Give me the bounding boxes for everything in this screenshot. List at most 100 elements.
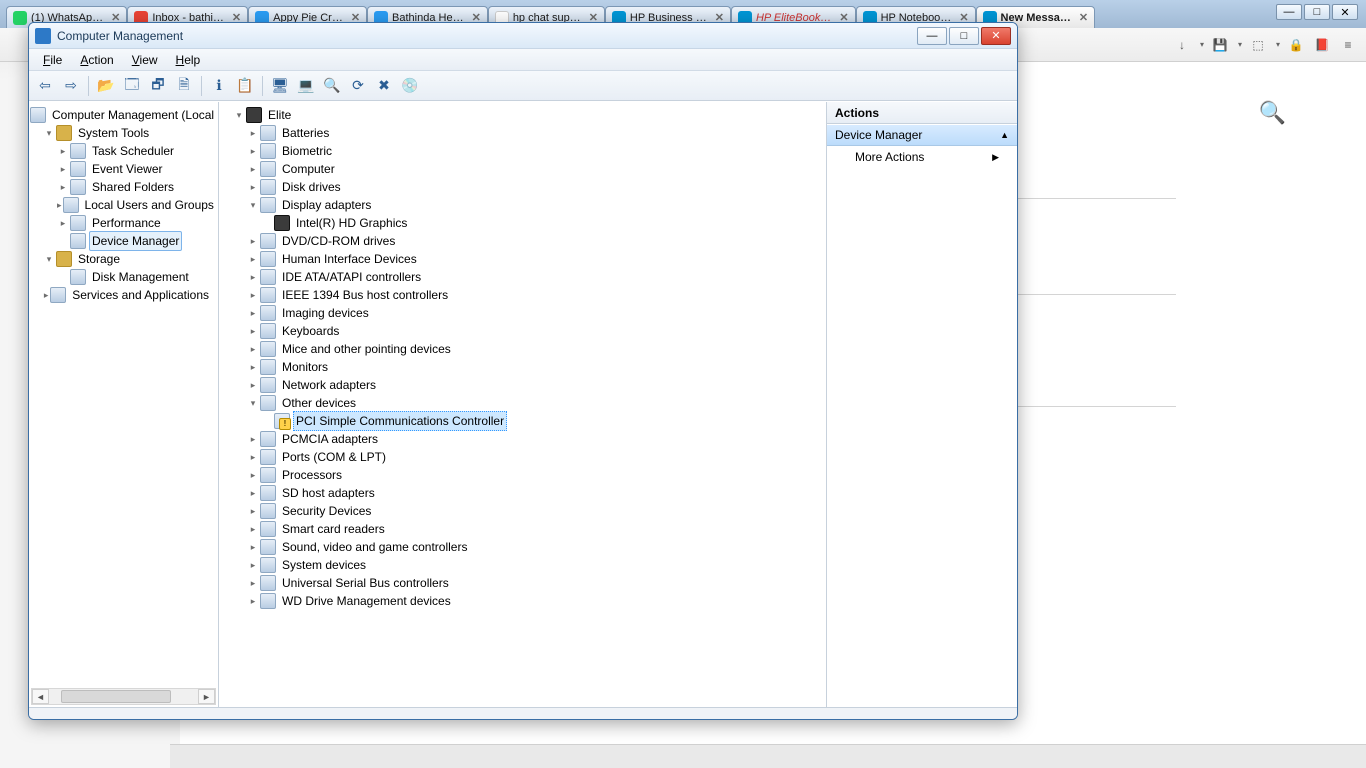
device-item[interactable]: ▸Network adapters xyxy=(219,376,826,394)
expand-icon[interactable]: ▸ xyxy=(247,520,259,538)
collapse-icon[interactable]: ▾ xyxy=(43,124,55,142)
download-icon[interactable]: ↓ xyxy=(1172,35,1192,55)
toolbar-button[interactable]: ✖ xyxy=(372,74,396,98)
toolbar-button[interactable]: 💻 xyxy=(294,74,318,98)
device-item[interactable]: ▸Sound, video and game controllers xyxy=(219,538,826,556)
os-minimize-button[interactable]: — xyxy=(1276,4,1302,20)
tree-item[interactable]: ▸Shared Folders xyxy=(29,178,218,196)
device-item[interactable]: ▸Smart card readers xyxy=(219,520,826,538)
tree-item[interactable]: ▸Local Users and Groups xyxy=(29,196,218,214)
toolbar-button[interactable]: 🔍 xyxy=(320,74,344,98)
menu-icon[interactable]: ≡ xyxy=(1338,35,1358,55)
save-icon[interactable]: 💾 xyxy=(1210,35,1230,55)
scroll-left-icon[interactable]: ◄ xyxy=(32,689,49,704)
expand-icon[interactable]: ▸ xyxy=(247,556,259,574)
expand-icon[interactable]: ▸ xyxy=(247,250,259,268)
device-item[interactable]: ▸IEEE 1394 Bus host controllers xyxy=(219,286,826,304)
scroll-right-icon[interactable]: ► xyxy=(198,689,215,704)
device-item[interactable]: ▸Disk drives xyxy=(219,178,826,196)
device-item[interactable]: PCI Simple Communications Controller xyxy=(219,412,826,430)
titlebar[interactable]: Computer Management — □ ✕ xyxy=(29,23,1017,49)
expand-icon[interactable]: ▸ xyxy=(247,160,259,178)
tree-item[interactable]: Computer Management (Local xyxy=(29,106,218,124)
library-icon[interactable]: 📕 xyxy=(1312,35,1332,55)
expand-icon[interactable]: ▸ xyxy=(247,304,259,322)
window-minimize-button[interactable]: — xyxy=(917,27,947,45)
collapse-icon[interactable]: ▾ xyxy=(43,250,55,268)
device-item[interactable]: ▸Biometric xyxy=(219,142,826,160)
collapse-icon[interactable]: ▾ xyxy=(247,196,259,214)
device-item[interactable]: ▸Security Devices xyxy=(219,502,826,520)
search-icon[interactable]: 🔍 xyxy=(1259,100,1286,126)
expand-icon[interactable]: ▸ xyxy=(247,322,259,340)
tree-item[interactable]: Disk Management xyxy=(29,268,218,286)
device-item[interactable]: ▸Universal Serial Bus controllers xyxy=(219,574,826,592)
expand-icon[interactable]: ▸ xyxy=(247,538,259,556)
os-maximize-button[interactable]: □ xyxy=(1304,4,1330,20)
expand-icon[interactable]: ▸ xyxy=(247,286,259,304)
menu-action[interactable]: Action xyxy=(72,51,121,69)
device-item[interactable]: Intel(R) HD Graphics xyxy=(219,214,826,232)
window-maximize-button[interactable]: □ xyxy=(949,27,979,45)
expand-icon[interactable]: ▸ xyxy=(57,196,62,214)
expand-icon[interactable]: ▸ xyxy=(247,430,259,448)
expand-icon[interactable]: ▸ xyxy=(247,124,259,142)
lock-icon[interactable]: 🔒 xyxy=(1286,35,1306,55)
device-item[interactable]: ▸WD Drive Management devices xyxy=(219,592,826,610)
expand-icon[interactable]: ▸ xyxy=(247,484,259,502)
device-item[interactable]: ▾Elite xyxy=(219,106,826,124)
expand-icon[interactable]: ▸ xyxy=(43,286,49,304)
chevron-down-icon[interactable]: ▾ xyxy=(1238,40,1242,49)
device-item[interactable]: ▾Other devices xyxy=(219,394,826,412)
device-item[interactable]: ▾Display adapters xyxy=(219,196,826,214)
menu-help[interactable]: Help xyxy=(168,51,209,69)
toolbar-button[interactable]: 📂 xyxy=(94,74,118,98)
device-item[interactable]: ▸Batteries xyxy=(219,124,826,142)
tree-item[interactable]: ▸Event Viewer xyxy=(29,160,218,178)
chevron-down-icon[interactable]: ▾ xyxy=(1276,40,1280,49)
chevron-down-icon[interactable]: ▾ xyxy=(1200,40,1204,49)
toolbar-button[interactable]: 📋 xyxy=(233,74,257,98)
tree-item[interactable]: ▸Task Scheduler xyxy=(29,142,218,160)
device-item[interactable]: ▸Monitors xyxy=(219,358,826,376)
os-close-button[interactable]: ✕ xyxy=(1332,4,1358,20)
device-item[interactable]: ▸SD host adapters xyxy=(219,484,826,502)
expand-icon[interactable]: ▸ xyxy=(247,574,259,592)
expand-icon[interactable]: ▸ xyxy=(57,178,69,196)
actions-section[interactable]: Device Manager ▲ xyxy=(827,124,1017,146)
device-item[interactable]: ▸Ports (COM & LPT) xyxy=(219,448,826,466)
toolbar-button[interactable]: 💿 xyxy=(398,74,422,98)
console-tree[interactable]: Computer Management (Local▾System Tools▸… xyxy=(29,106,218,304)
toolbar-button[interactable]: 🖥 xyxy=(268,74,292,98)
expand-icon[interactable]: ▸ xyxy=(57,142,69,160)
expand-icon[interactable]: ▸ xyxy=(247,466,259,484)
actions-more[interactable]: More Actions ▶ xyxy=(827,146,1017,168)
expand-icon[interactable]: ▸ xyxy=(247,232,259,250)
scroll-thumb[interactable] xyxy=(61,690,171,703)
expand-icon[interactable]: ▸ xyxy=(247,448,259,466)
toolbar-button[interactable]: 🗗 xyxy=(146,74,170,98)
expand-icon[interactable]: ▸ xyxy=(247,340,259,358)
window-close-button[interactable]: ✕ xyxy=(981,27,1011,45)
device-item[interactable]: ▸Keyboards xyxy=(219,322,826,340)
device-item[interactable]: ▸System devices xyxy=(219,556,826,574)
apps-icon[interactable]: ⬚ xyxy=(1248,35,1268,55)
device-item[interactable]: ▸Computer xyxy=(219,160,826,178)
horizontal-scrollbar[interactable]: ◄ ► xyxy=(31,688,216,705)
menu-view[interactable]: View xyxy=(124,51,166,69)
tree-item[interactable]: ▾Storage xyxy=(29,250,218,268)
expand-icon[interactable]: ▸ xyxy=(247,268,259,286)
tree-item[interactable]: ▸Performance xyxy=(29,214,218,232)
toolbar-button[interactable]: ℹ xyxy=(207,74,231,98)
toolbar-button[interactable]: 🗔 xyxy=(120,74,144,98)
toolbar-button[interactable]: 🗎 xyxy=(172,74,196,98)
tree-item[interactable]: ▾System Tools xyxy=(29,124,218,142)
toolbar-button[interactable]: ⇨ xyxy=(59,74,83,98)
device-item[interactable]: ▸DVD/CD-ROM drives xyxy=(219,232,826,250)
tree-item[interactable]: Device Manager xyxy=(29,232,218,250)
expand-icon[interactable]: ▸ xyxy=(57,214,69,232)
collapse-icon[interactable]: ▾ xyxy=(247,394,259,412)
expand-icon[interactable]: ▸ xyxy=(247,592,259,610)
device-tree[interactable]: ▾Elite▸Batteries▸Biometric▸Computer▸Disk… xyxy=(219,106,826,610)
expand-icon[interactable]: ▸ xyxy=(247,142,259,160)
